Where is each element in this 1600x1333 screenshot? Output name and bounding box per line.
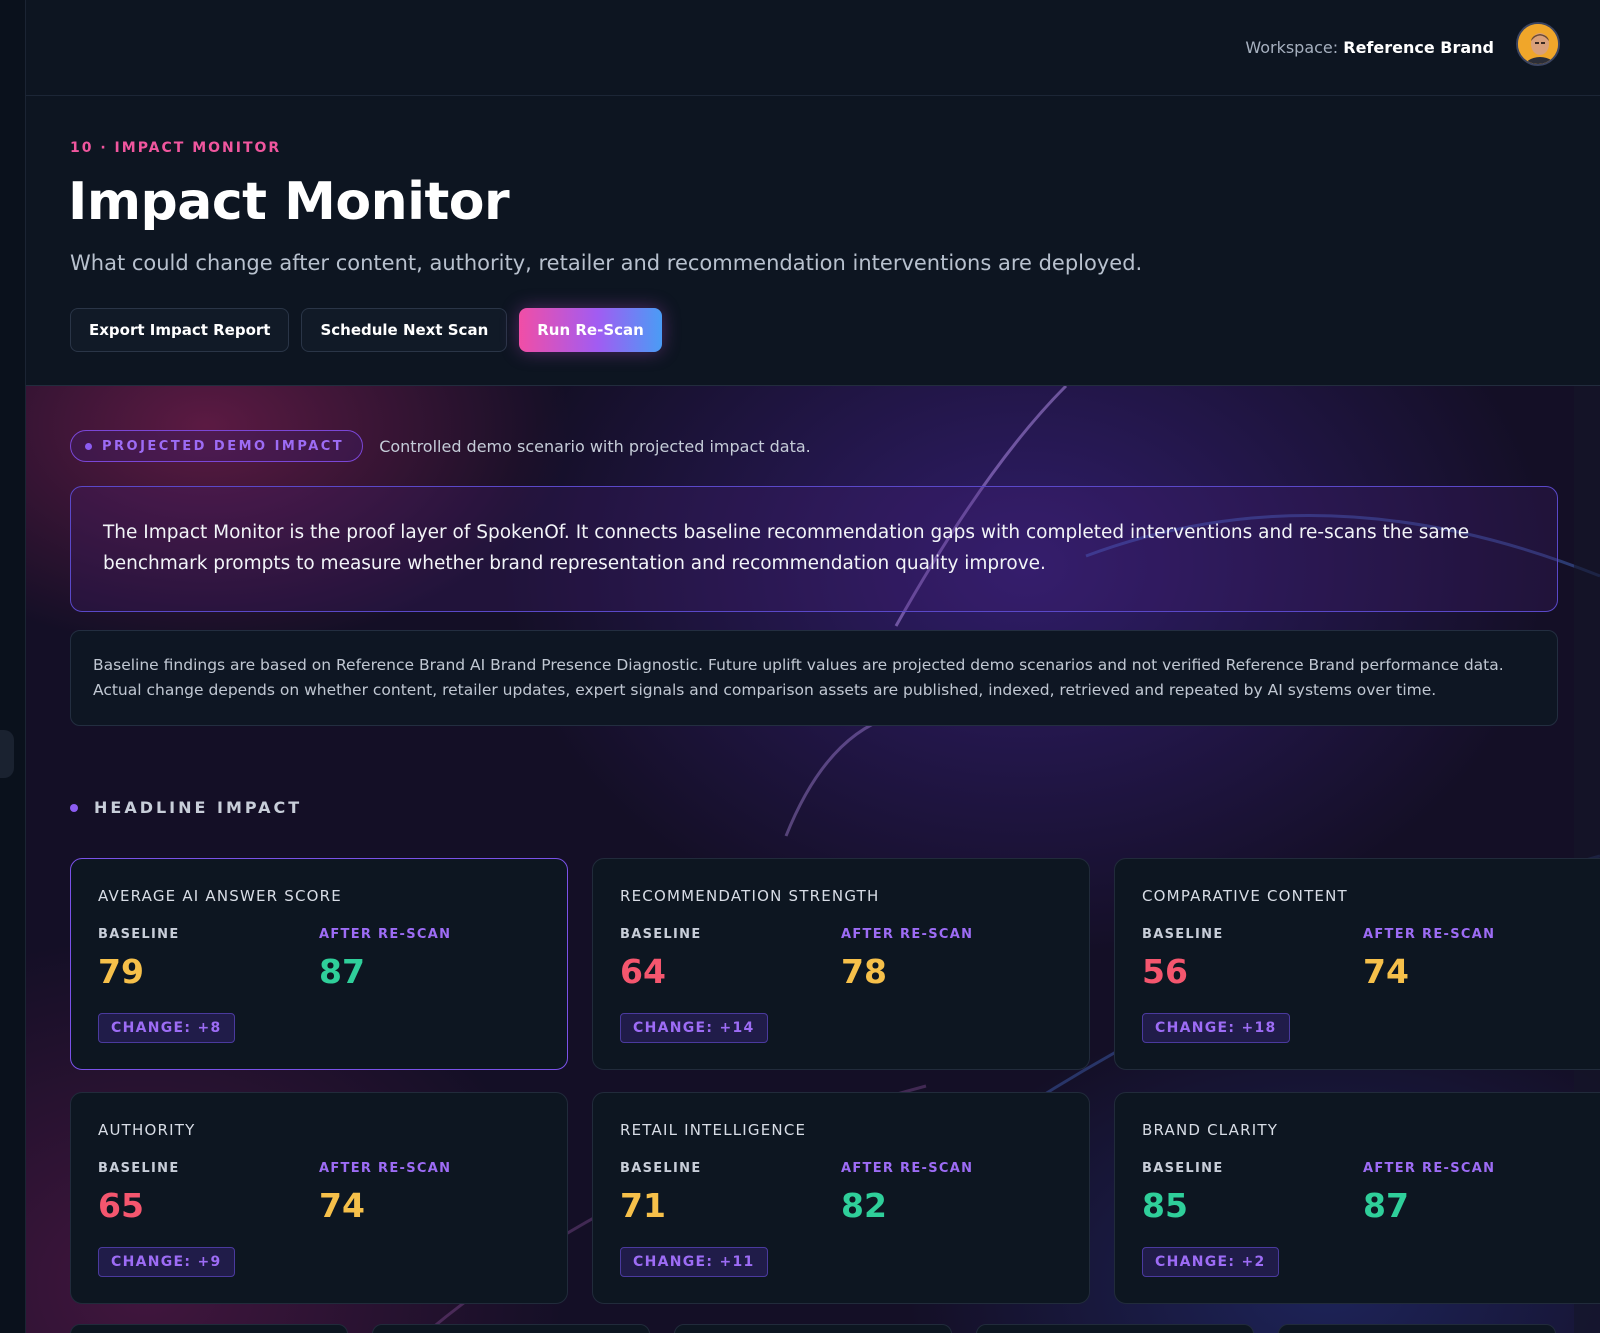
workspace-label: Workspace: xyxy=(1245,38,1339,57)
after-rescan-label: AFTER RE-SCAN xyxy=(319,1161,452,1176)
workspace-name: Reference Brand xyxy=(1343,38,1494,57)
metric-card[interactable]: AVERAGE AI ANSWER SCORE BASELINE 79 AFTE… xyxy=(70,858,568,1070)
change-badge: CHANGE: +8 xyxy=(98,1013,235,1043)
impact-content: PROJECTED DEMO IMPACT Controlled demo sc… xyxy=(26,386,1600,1333)
metric-card[interactable]: COMPARATIVE CONTENT BASELINE 56 AFTER RE… xyxy=(1114,858,1600,1070)
baseline-value: 64 xyxy=(620,952,666,991)
change-badge: CHANGE: +18 xyxy=(1142,1013,1290,1043)
baseline-label: BASELINE xyxy=(620,927,702,942)
page-subtitle: What could change after content, authori… xyxy=(70,251,1143,275)
avatar[interactable] xyxy=(1516,22,1560,66)
card-peek xyxy=(674,1324,952,1333)
page-title: Impact Monitor xyxy=(68,172,510,232)
metric-card-title: COMPARATIVE CONTENT xyxy=(1142,887,1348,905)
baseline-value: 71 xyxy=(620,1186,666,1225)
baseline-label: BASELINE xyxy=(1142,1161,1224,1176)
after-rescan-label: AFTER RE-SCAN xyxy=(1363,927,1496,942)
baseline-value: 56 xyxy=(1142,952,1188,991)
after-rescan-value: 74 xyxy=(319,1186,365,1225)
sidebar-toggle-handle[interactable] xyxy=(0,730,14,778)
status-dot-icon xyxy=(85,442,92,450)
metric-card-title: BRAND CLARITY xyxy=(1142,1121,1279,1139)
metric-card[interactable]: AUTHORITY BASELINE 65 AFTER RE-SCAN 74 C… xyxy=(70,1092,568,1304)
after-rescan-value: 87 xyxy=(1363,1186,1409,1225)
metric-card-title: RECOMMENDATION STRENGTH xyxy=(620,887,880,905)
card-peek xyxy=(372,1324,650,1333)
baseline-label: BASELINE xyxy=(98,927,180,942)
next-row-cards-peek xyxy=(70,1324,1556,1333)
page-eyebrow: 10 · IMPACT MONITOR xyxy=(70,140,282,156)
user-avatar-icon xyxy=(1518,24,1558,64)
after-rescan-value: 74 xyxy=(1363,952,1409,991)
after-rescan-label: AFTER RE-SCAN xyxy=(1363,1161,1496,1176)
section-dot-icon xyxy=(70,803,78,812)
metric-card-title: AUTHORITY xyxy=(98,1121,196,1139)
page-header: 10 · IMPACT MONITOR Impact Monitor What … xyxy=(26,96,1600,386)
app-root: Workspace: Reference Brand 10 · IMPACT M… xyxy=(0,0,1600,1333)
change-badge: CHANGE: +9 xyxy=(98,1247,235,1277)
after-rescan-label: AFTER RE-SCAN xyxy=(841,1161,974,1176)
after-rescan-value: 82 xyxy=(841,1186,887,1225)
metric-card-title: AVERAGE AI ANSWER SCORE xyxy=(98,887,342,905)
section-heading-label: HEADLINE IMPACT xyxy=(94,798,303,817)
card-peek xyxy=(1278,1324,1556,1333)
export-impact-report-button[interactable]: Export Impact Report xyxy=(70,308,290,352)
baseline-label: BASELINE xyxy=(1142,927,1224,942)
disclaimer-box: Baseline findings are based on Reference… xyxy=(70,630,1558,726)
baseline-label: BASELINE xyxy=(98,1161,180,1176)
run-rescan-button[interactable]: Run Re-Scan xyxy=(519,308,662,352)
baseline-value: 85 xyxy=(1142,1186,1188,1225)
card-peek xyxy=(70,1324,348,1333)
after-rescan-value: 78 xyxy=(841,952,887,991)
after-rescan-value: 87 xyxy=(319,952,365,991)
schedule-next-scan-button[interactable]: Schedule Next Scan xyxy=(301,308,508,352)
headline-impact-cards: AVERAGE AI ANSWER SCORE BASELINE 79 AFTE… xyxy=(70,858,1600,1304)
section-heading: HEADLINE IMPACT xyxy=(70,798,302,817)
sidebar-rail xyxy=(0,0,26,1333)
baseline-value: 65 xyxy=(98,1186,144,1225)
change-badge: CHANGE: +14 xyxy=(620,1013,768,1043)
scenario-tag-row: PROJECTED DEMO IMPACT Controlled demo sc… xyxy=(70,430,811,462)
baseline-value: 79 xyxy=(98,952,144,991)
metric-card[interactable]: RECOMMENDATION STRENGTH BASELINE 64 AFTE… xyxy=(592,858,1090,1070)
change-badge: CHANGE: +2 xyxy=(1142,1247,1279,1277)
change-badge: CHANGE: +11 xyxy=(620,1247,768,1277)
top-bar: Workspace: Reference Brand xyxy=(26,0,1600,96)
metric-card-title: RETAIL INTELLIGENCE xyxy=(620,1121,807,1139)
intro-callout: The Impact Monitor is the proof layer of… xyxy=(70,486,1558,612)
metric-card[interactable]: RETAIL INTELLIGENCE BASELINE 71 AFTER RE… xyxy=(592,1092,1090,1304)
baseline-label: BASELINE xyxy=(620,1161,702,1176)
scenario-note: Controlled demo scenario with projected … xyxy=(379,436,811,456)
pill-label: PROJECTED DEMO IMPACT xyxy=(102,438,345,454)
after-rescan-label: AFTER RE-SCAN xyxy=(319,927,452,942)
after-rescan-label: AFTER RE-SCAN xyxy=(841,927,974,942)
metric-card[interactable]: BRAND CLARITY BASELINE 85 AFTER RE-SCAN … xyxy=(1114,1092,1600,1304)
projected-impact-pill: PROJECTED DEMO IMPACT xyxy=(70,430,364,462)
header-actions: Export Impact Report Schedule Next Scan … xyxy=(70,308,662,352)
workspace-switcher[interactable]: Workspace: Reference Brand xyxy=(1245,38,1494,57)
card-peek xyxy=(976,1324,1254,1333)
